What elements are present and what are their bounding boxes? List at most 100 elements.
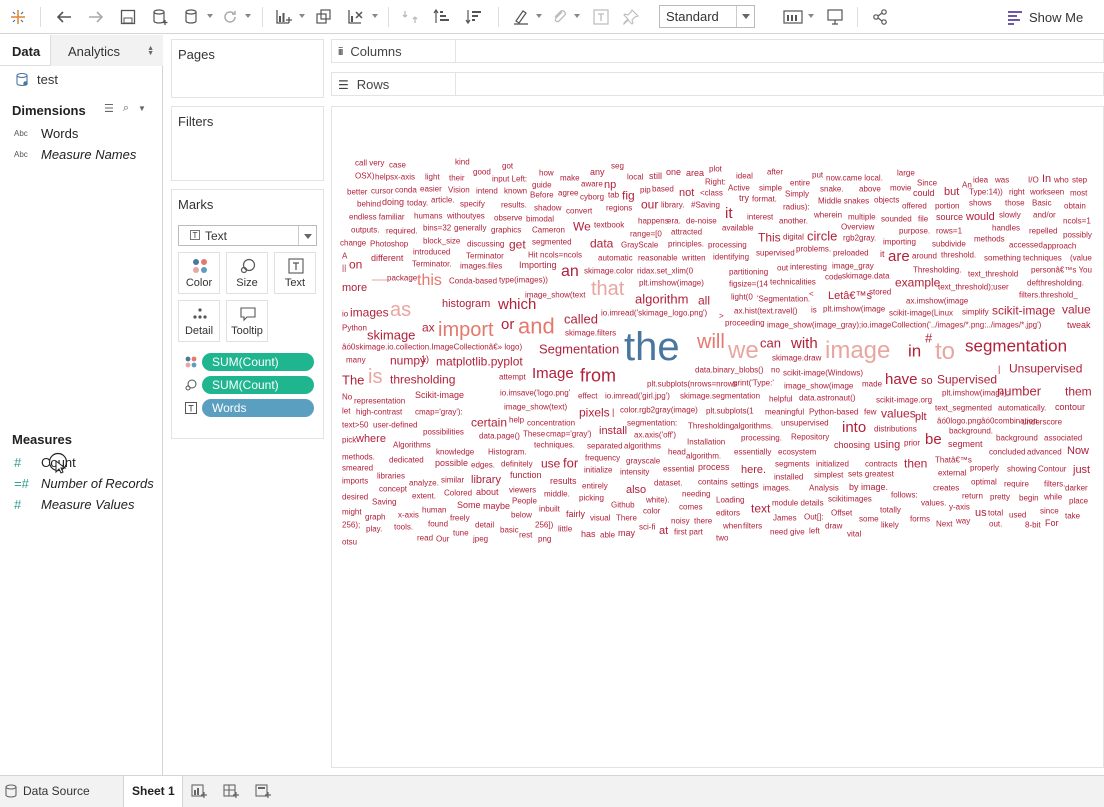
word-mark[interactable]: discussing: [467, 239, 504, 248]
word-mark[interactable]: contracts: [865, 459, 897, 468]
word-mark[interactable]: scikit-image(Windows): [783, 368, 863, 377]
word-mark[interactable]: then: [904, 457, 927, 471]
word-mark[interactable]: possibly: [1063, 230, 1092, 239]
word-mark[interactable]: Conda-based: [449, 276, 497, 285]
tab-analytics[interactable]: Analytics ▲ ▼: [50, 35, 163, 66]
word-mark[interactable]: desired: [342, 492, 368, 501]
word-mark[interactable]: need: [770, 527, 788, 536]
word-mark[interactable]: bimodal: [526, 214, 554, 223]
word-mark[interactable]: install: [599, 425, 627, 437]
undo-icon[interactable]: [53, 5, 75, 29]
word-mark[interactable]: portion: [935, 201, 959, 210]
word-mark[interactable]: forms: [910, 514, 930, 523]
word-mark[interactable]: number: [997, 383, 1042, 398]
word-mark[interactable]: principles.: [668, 239, 704, 248]
word-mark[interactable]: color: [643, 506, 661, 515]
word-mark[interactable]: There: [616, 513, 637, 522]
word-mark[interactable]: sounded: [881, 214, 912, 223]
word-mark[interactable]: creates: [933, 483, 959, 492]
word-mark[interactable]: knowledge: [436, 447, 475, 456]
word-mark[interactable]: at: [659, 525, 668, 537]
word-mark[interactable]: contour: [1055, 402, 1085, 412]
word-mark[interactable]: follows:: [891, 490, 918, 499]
word-mark[interactable]: partitioning: [729, 267, 768, 276]
word-mark[interactable]: for: [563, 455, 579, 470]
word-mark[interactable]: Loading: [716, 495, 744, 504]
word-mark[interactable]: snake.: [820, 184, 844, 193]
word-mark[interactable]: ncols=1: [1063, 216, 1091, 225]
word-mark[interactable]: require: [1004, 479, 1029, 488]
word-mark[interactable]: available: [722, 223, 754, 232]
word-mark[interactable]: idea: [973, 175, 989, 184]
word-mark[interactable]: have: [885, 371, 918, 388]
word-mark[interactable]: attempt: [499, 372, 526, 381]
word-mark[interactable]: text_threshold: [968, 269, 1018, 278]
word-mark[interactable]: many: [346, 355, 366, 364]
word-mark[interactable]: the: [624, 325, 680, 369]
word-mark[interactable]: scikit-image: [992, 304, 1056, 318]
sheet-tab[interactable]: Sheet 1: [123, 776, 183, 807]
word-mark[interactable]: change: [340, 238, 367, 247]
word-mark[interactable]: algorithms.: [734, 421, 773, 430]
word-mark[interactable]: processing: [708, 240, 747, 249]
word-mark[interactable]: how: [539, 168, 554, 177]
word-mark[interactable]: doing: [382, 197, 404, 207]
word-mark[interactable]: aware: [581, 179, 603, 188]
word-mark[interactable]: all: [698, 294, 710, 308]
word-mark[interactable]: Vision: [448, 185, 470, 194]
word-mark[interactable]: results.: [501, 200, 527, 209]
word-mark[interactable]: is: [811, 305, 817, 314]
new-datasource-icon[interactable]: [149, 5, 171, 29]
word-mark[interactable]: written: [681, 253, 706, 262]
word-mark[interactable]: better: [347, 187, 368, 196]
word-mark[interactable]: processing.: [741, 433, 782, 442]
word-mark[interactable]: Since: [917, 178, 938, 187]
word-mark[interactable]: found: [428, 519, 448, 528]
word-mark[interactable]: any: [590, 167, 605, 177]
word-mark[interactable]: this: [417, 272, 442, 289]
word-mark[interactable]: approach: [1043, 241, 1076, 250]
word-mark[interactable]: radius):: [783, 202, 810, 211]
word-mark[interactable]: initialize: [584, 465, 613, 474]
word-mark[interactable]: movie: [890, 183, 912, 192]
word-mark[interactable]: begin: [1019, 493, 1039, 502]
word-mark[interactable]: representation: [354, 396, 405, 405]
word-mark[interactable]: right: [1009, 187, 1025, 196]
word-mark[interactable]: way: [955, 516, 970, 525]
word-mark[interactable]: function: [510, 470, 542, 480]
word-mark[interactable]: our: [641, 198, 658, 212]
word-mark[interactable]: as: [390, 299, 411, 321]
word-mark[interactable]: few: [864, 407, 877, 416]
word-mark[interactable]: required.: [386, 226, 418, 235]
word-mark[interactable]: something: [984, 253, 1021, 262]
field-words[interactable]: Abc Words: [14, 126, 78, 141]
word-mark[interactable]: package: [387, 273, 418, 282]
word-mark[interactable]: advanced: [1027, 447, 1062, 456]
word-mark[interactable]: Image: [532, 365, 574, 382]
word-mark[interactable]: draw: [825, 521, 843, 530]
word-mark[interactable]: got: [502, 161, 514, 170]
word-mark[interactable]: Colored: [444, 488, 472, 497]
word-mark[interactable]: Saving: [372, 497, 396, 506]
word-mark[interactable]: 256]): [535, 520, 554, 529]
word-mark[interactable]: shows: [969, 198, 992, 207]
word-mark[interactable]: cmap='gray'):: [415, 407, 463, 416]
word-mark[interactable]: stored: [869, 287, 891, 296]
word-mark[interactable]: certain: [471, 416, 507, 430]
word-mark[interactable]: segment: [948, 439, 983, 449]
word-mark[interactable]: io.imread('girl.jpg'): [605, 391, 670, 400]
word-mark[interactable]: scikit-image(Linux: [889, 308, 953, 317]
word-mark[interactable]: (value: [1070, 253, 1092, 262]
word-mark[interactable]: The: [342, 372, 364, 387]
filters-card[interactable]: Filters: [171, 106, 324, 181]
word-mark[interactable]: their: [449, 173, 465, 182]
word-mark[interactable]: play.: [366, 524, 382, 533]
word-mark[interactable]: might: [342, 507, 362, 516]
word-mark[interactable]: rest: [519, 530, 533, 539]
highlight-icon[interactable]: [510, 5, 532, 29]
word-mark[interactable]: here.: [741, 464, 766, 476]
word-mark[interactable]: above: [859, 184, 881, 193]
group-members-icon[interactable]: [548, 5, 570, 29]
word-mark[interactable]: cursor: [371, 186, 394, 195]
word-mark[interactable]: skimage: [367, 327, 415, 342]
